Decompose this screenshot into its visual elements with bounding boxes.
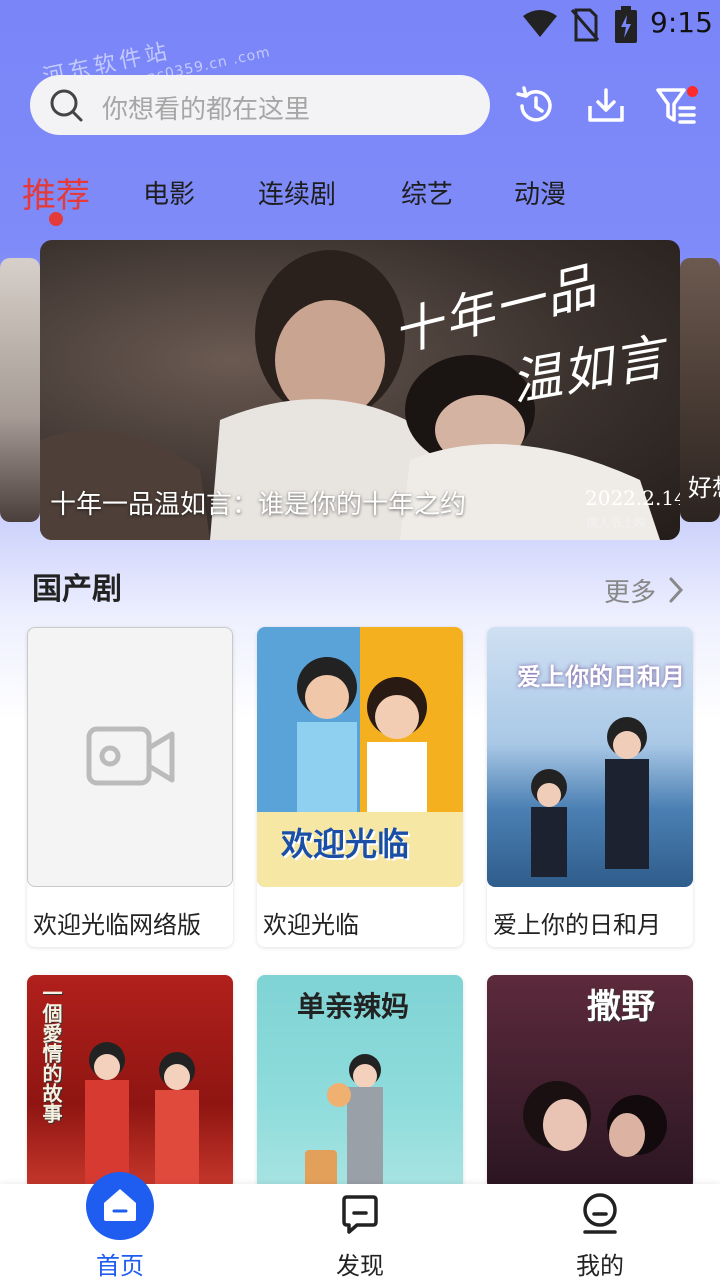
drama-card[interactable]: 欢迎光临网络版 xyxy=(27,627,233,947)
search-input[interactable]: 你想看的都在这里 xyxy=(30,75,490,135)
banner-caption: 十年一品温如言：谁是你的十年之约 xyxy=(50,490,467,520)
nav-profile[interactable]: 我的 xyxy=(530,1184,670,1280)
video-camera-icon xyxy=(86,726,175,786)
card-title: 爱上你的日和月 xyxy=(493,911,661,939)
poster-title: 一個愛情的故事 xyxy=(39,983,63,1123)
status-bar: 9:15 xyxy=(0,0,720,50)
banner-next-peek-text: 好想 xyxy=(688,474,720,502)
bottom-nav: 首页 发现 我的 xyxy=(0,1172,720,1280)
search-placeholder: 你想看的都在这里 xyxy=(102,95,311,125)
drama-card[interactable]: 爱上你的日和月 爱上你的日和月 xyxy=(487,627,693,947)
poster-title: 欢迎光临 xyxy=(281,825,410,863)
poster-image: 撒野 xyxy=(487,975,693,1190)
chevron-right-icon[interactable] xyxy=(666,576,686,604)
nav-discover-label: 发现 xyxy=(336,1252,384,1280)
history-icon[interactable] xyxy=(514,84,558,128)
home-icon xyxy=(86,1172,154,1240)
section-title: 国产剧 xyxy=(32,572,122,607)
tab-anime[interactable]: 动漫 xyxy=(514,174,566,211)
discover-icon xyxy=(342,1195,378,1234)
tab-recommend[interactable]: 推荐 xyxy=(22,168,90,217)
no-sim-icon xyxy=(570,8,600,42)
notification-dot xyxy=(687,86,698,97)
banner-prev-peek[interactable] xyxy=(0,258,40,522)
banner-next-peek[interactable]: 好想 xyxy=(680,258,720,522)
poster-image: 爱上你的日和月 xyxy=(487,627,693,887)
banner-slide[interactable]: 十年一品 温如言 十年一品温如言：谁是你的十年之约 2022.2.14 情人节上… xyxy=(40,240,680,540)
drama-card[interactable]: 撒野 xyxy=(487,975,693,1190)
poster-image: 欢迎光临 xyxy=(257,627,463,887)
banner-date: 2022.2.14 xyxy=(585,486,680,510)
card-title: 欢迎光临网络版 xyxy=(33,911,201,939)
card-title: 欢迎光临 xyxy=(263,911,359,939)
category-tabs: 推荐 电影 连续剧 综艺 动漫 xyxy=(0,168,720,228)
profile-icon xyxy=(583,1193,617,1234)
poster-title: 爱上你的日和月 xyxy=(517,663,685,691)
poster-title: 撒野 xyxy=(587,987,655,1027)
more-link[interactable]: 更多 xyxy=(604,572,656,609)
active-tab-indicator xyxy=(49,212,63,226)
battery-charging-icon xyxy=(615,6,637,43)
poster-image: 单亲辣妈 xyxy=(257,975,463,1190)
tab-movies[interactable]: 电影 xyxy=(143,174,195,211)
nav-home-label: 首页 xyxy=(96,1252,144,1280)
tab-series[interactable]: 连续剧 xyxy=(258,174,336,211)
banner-date-sub: 情人节上映 xyxy=(586,516,647,530)
nav-profile-label: 我的 xyxy=(576,1252,624,1280)
status-time: 9:15 xyxy=(650,6,713,39)
download-icon[interactable] xyxy=(584,84,628,128)
nav-home[interactable]: 首页 xyxy=(50,1172,190,1280)
wifi-icon xyxy=(523,10,557,37)
poster-title: 单亲辣妈 xyxy=(297,990,410,1023)
drama-card[interactable]: 单亲辣妈 xyxy=(257,975,463,1190)
poster-image: 一個愛情的故事 xyxy=(27,975,233,1190)
nav-discover[interactable]: 发现 xyxy=(290,1184,430,1280)
drama-card[interactable]: 一個愛情的故事 xyxy=(27,975,233,1190)
tab-variety[interactable]: 综艺 xyxy=(401,174,453,211)
search-icon xyxy=(50,89,83,122)
poster-placeholder xyxy=(27,627,233,887)
drama-card[interactable]: 欢迎光临 欢迎光临 xyxy=(257,627,463,947)
